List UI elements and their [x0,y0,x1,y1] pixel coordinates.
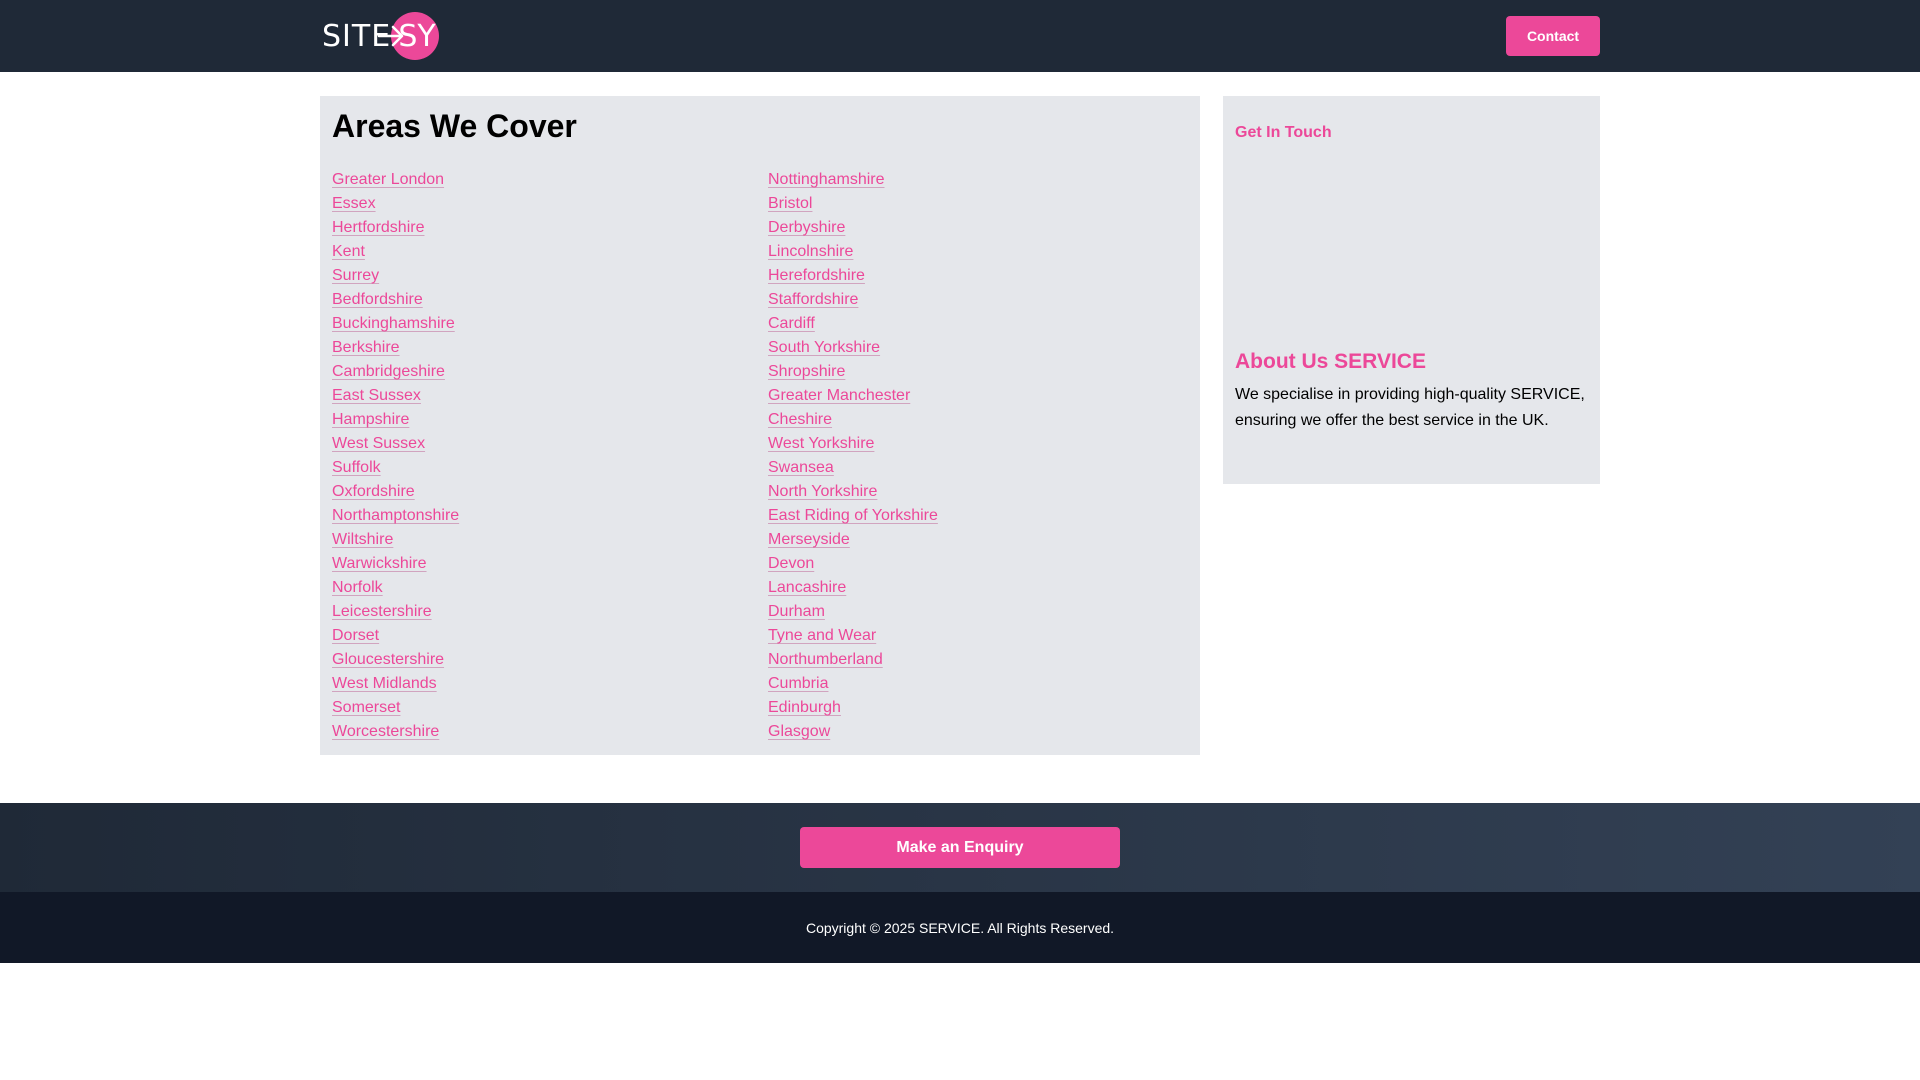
area-link[interactable]: East Sussex [332,384,421,408]
area-link[interactable]: Staffordshire [768,288,858,312]
area-link[interactable]: Essex [332,192,376,216]
area-link[interactable]: Glasgow [768,720,830,744]
about-title: About Us SERVICE [1235,350,1426,373]
areas-column-left: Greater London Essex Hertfordshire Kent Surr… [332,168,768,744]
area-link[interactable]: Cheshire [768,408,832,432]
area-link[interactable]: Suffolk [332,456,381,480]
areas-list: Greater London Essex Hertfordshire Kent Surr… [332,168,1188,744]
page-title: Areas We Cover [332,108,577,144]
area-link[interactable]: Durham [768,600,825,624]
area-link[interactable]: Cumbria [768,672,828,696]
area-link[interactable]: North Yorkshire [768,480,877,504]
cta-band: Make an Enquiry [0,803,1920,892]
area-link[interactable]: Gloucestershire [332,648,444,672]
area-link[interactable]: Lincolnshire [768,240,853,264]
area-link[interactable]: Bedfordshire [332,288,423,312]
area-link[interactable]: Bristol [768,192,812,216]
area-link[interactable]: Devon [768,552,814,576]
area-link[interactable]: Derbyshire [768,216,845,240]
area-link[interactable]: Wiltshire [332,528,393,552]
area-link[interactable]: West Sussex [332,432,425,456]
arrow-right-icon [377,25,404,47]
area-link[interactable]: Shropshire [768,360,845,384]
area-link[interactable]: Cambridgeshire [332,360,445,384]
area-link[interactable]: Worcestershire [332,720,439,744]
area-link[interactable]: Somerset [332,696,400,720]
copyright-text: Copyright © 2025 SERVICE. All Rights Res… [805,919,1115,936]
area-link[interactable]: Dorset [332,624,379,648]
area-link[interactable]: Tyne and Wear [768,624,876,648]
area-link[interactable]: Cardiff [768,312,815,336]
area-link[interactable]: Warwickshire [332,552,427,576]
area-link[interactable]: Herefordshire [768,264,865,288]
areas-column-right: Nottinghamshire Bristol Derbyshire Lincolns… [768,168,1188,744]
contact-button[interactable]: Contact [1506,16,1600,56]
area-link[interactable]: Swansea [768,456,834,480]
site-footer: Copyright © 2025 SERVICE. All Rights Res… [0,892,1920,963]
site-logo[interactable]: SITE SY [322,11,440,61]
area-link[interactable]: Berkshire [332,336,400,360]
area-link[interactable]: Surrey [332,264,379,288]
area-link[interactable]: East Riding of Yorkshire [768,504,938,528]
area-link[interactable]: Northumberland [768,648,883,672]
area-link[interactable]: Hampshire [332,408,409,432]
area-link[interactable]: Greater Manchester [768,384,910,408]
area-link[interactable]: Norfolk [332,576,383,600]
area-link[interactable]: Hertfordshire [332,216,424,240]
area-link[interactable]: Northamptonshire [332,504,459,528]
area-link[interactable]: Buckinghamshire [332,312,455,336]
area-link[interactable]: Lancashire [768,576,846,600]
area-link[interactable]: Greater London [332,168,444,192]
area-link[interactable]: Merseyside [768,528,850,552]
areas-panel: Areas We Cover Greater London Essex Hertfo… [320,96,1200,755]
about-text: We specialise in providing high-quality … [1235,386,1585,429]
get-in-touch-heading: Get In Touch [1235,124,1332,141]
site-header: SITE SY Contact [0,0,1920,72]
area-link[interactable]: Kent [332,240,365,264]
area-link[interactable]: South Yorkshire [768,336,880,360]
area-link[interactable]: Edinburgh [768,696,841,720]
sidebar-panel: Get In Touch About Us SERVICE We special… [1223,96,1600,484]
make-enquiry-button[interactable]: Make an Enquiry [800,827,1120,868]
area-link[interactable]: Nottinghamshire [768,168,885,192]
area-link[interactable]: West Midlands [332,672,437,696]
area-link[interactable]: Leicestershire [332,600,432,624]
area-link[interactable]: West Yorkshire [768,432,874,456]
area-link[interactable]: Oxfordshire [332,480,415,504]
